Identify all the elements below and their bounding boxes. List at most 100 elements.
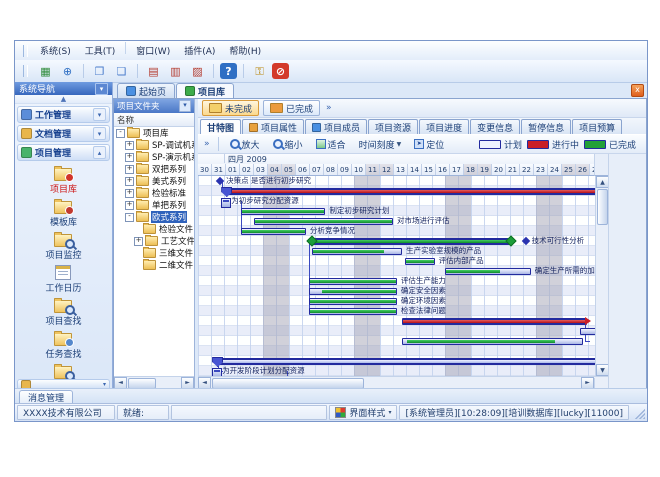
task-bar[interactable] [580, 328, 595, 335]
tree-item-美式系列[interactable]: +美式系列 [114, 175, 194, 187]
lock-icon[interactable]: ⚿ [250, 62, 269, 80]
gantt-tab-项目资源[interactable]: 项目资源 [368, 119, 418, 134]
gantt-horizontal-scrollbar[interactable]: ◄ ► [198, 376, 608, 388]
scroll-right-icon[interactable]: ► [181, 377, 194, 389]
tree-item-二维文件[interactable]: 二维文件 [114, 259, 194, 271]
chevron-down-icon[interactable]: ▾ [93, 127, 106, 140]
nav-item-任务查找[interactable]: 任务查找 [45, 330, 81, 360]
tree-item-单把系列[interactable]: +单把系列 [114, 199, 194, 211]
gantt-tab-变更信息[interactable]: 变更信息 [470, 119, 520, 134]
summary-bar[interactable] [216, 358, 595, 365]
menu-item-3[interactable]: 窗口(W) [129, 42, 177, 59]
toolbar-grip[interactable] [23, 65, 28, 77]
task-bar[interactable] [309, 308, 397, 315]
nav-item-项目库[interactable]: 项目库 [50, 165, 77, 195]
tree-item-双把系列[interactable]: +双把系列 [114, 163, 194, 175]
nav-group-2[interactable]: 文档管理▾ [17, 125, 110, 142]
tree-item-SP-调试机系[interactable]: +SP-调试机系 [114, 139, 194, 151]
report-view-icon[interactable]: ▥ [166, 62, 185, 80]
gantt-tab-项目进度[interactable]: 项目进度 [419, 119, 469, 134]
menu-item-2[interactable]: 工具(T) [78, 42, 123, 59]
report-print-icon[interactable]: ▨ [188, 62, 207, 80]
nav-pin-icon[interactable]: ▾ [95, 83, 108, 95]
task-bar[interactable] [445, 268, 531, 275]
toolbar-grip[interactable] [23, 45, 28, 57]
menu-item-4[interactable]: 插件(A) [177, 42, 222, 59]
tree-item-SP-演示机系[interactable]: +SP-演示机系 [114, 151, 194, 163]
globe-icon[interactable]: ⊕ [58, 62, 77, 80]
collapse-icon[interactable]: - [116, 129, 125, 138]
expand-icon[interactable]: + [125, 153, 134, 162]
tree-item-项目库[interactable]: -项目库 [114, 127, 194, 139]
chevron-up-icon[interactable]: ▴ [93, 146, 106, 159]
tool-button-适合[interactable]: 适合 [311, 136, 351, 152]
menu-item-5[interactable]: 帮助(H) [222, 42, 268, 59]
tab-项目库[interactable]: 项目库 [176, 83, 234, 98]
task-bar[interactable] [309, 278, 397, 285]
pin-icon[interactable]: ▾ [179, 100, 191, 112]
gantt-tab-甘特图[interactable]: 甘特图 [200, 119, 241, 134]
gantt-tab-项目属性[interactable]: 项目属性 [242, 119, 304, 134]
filter-button-已完成[interactable]: 已完成 [263, 100, 320, 116]
tree-item-检验标准[interactable]: +检验标准 [114, 187, 194, 199]
scroll-thumb[interactable] [212, 378, 364, 389]
expand-icon[interactable]: + [125, 201, 134, 210]
nav-scroll-up[interactable]: ▲ [15, 95, 112, 104]
report-icon[interactable]: ▤ [144, 62, 163, 80]
window-icon[interactable]: ❐ [90, 62, 109, 80]
nav-item-项目查找[interactable]: 项目查找 [45, 297, 81, 327]
scroll-thumb[interactable] [597, 189, 608, 225]
expand-icon[interactable]: + [125, 189, 134, 198]
task-bar[interactable] [405, 258, 435, 265]
resource-task-icon[interactable] [212, 368, 222, 377]
tool-button-放大[interactable]: 放大 [225, 136, 265, 152]
toolbar-overflow-icon[interactable]: » [202, 139, 212, 149]
resize-grip[interactable] [633, 407, 645, 419]
scroll-right-icon[interactable]: ► [581, 377, 594, 389]
tree-horizontal-scrollbar[interactable]: ◄ ► [114, 376, 194, 388]
task-bar[interactable] [312, 248, 402, 255]
tree-item-检验文件[interactable]: 检验文件 [114, 223, 194, 235]
chevron-down-icon[interactable]: ▾ [93, 108, 106, 121]
tool-button-时间刻度[interactable]: 时间刻度▼ [354, 136, 407, 152]
nav-item-模板库[interactable]: 模板库 [50, 198, 77, 228]
nav-item-项目监控[interactable]: 项目监控 [45, 231, 81, 261]
message-management-tab[interactable]: 消息管理 [19, 390, 73, 404]
filter-button-未完成[interactable]: 未完成 [202, 100, 259, 116]
scroll-left-icon[interactable]: ◄ [114, 377, 127, 389]
nav-item-工作日历[interactable]: 工作日历 [45, 264, 81, 294]
task-bar[interactable] [309, 298, 397, 305]
tree-column-header[interactable]: 名称 [114, 113, 194, 127]
cascade-window-icon[interactable]: ❏ [112, 62, 131, 80]
menu-item-1[interactable]: 系统(S) [33, 42, 78, 59]
nav-group-3[interactable]: 项目管理▴ [17, 144, 110, 161]
task-bar[interactable] [402, 338, 583, 345]
tree-item-工艺文件[interactable]: +工艺文件 [114, 235, 194, 247]
scroll-thumb[interactable] [128, 378, 156, 389]
scroll-left-icon[interactable]: ◄ [198, 377, 211, 389]
expand-icon[interactable]: + [125, 177, 134, 186]
help-icon[interactable]: ? [220, 63, 237, 79]
gantt-tab-暂停信息[interactable]: 暂停信息 [521, 119, 571, 134]
collapse-icon[interactable]: - [125, 213, 134, 222]
tab-起始页[interactable]: 起始页 [117, 83, 175, 98]
expand-icon[interactable]: + [125, 141, 134, 150]
nav-group-1[interactable]: 工作管理▾ [17, 106, 110, 123]
tree-item-欧式系列[interactable]: -欧式系列 [114, 211, 194, 223]
interface-style-button[interactable]: 界面样式 ▾ [329, 405, 397, 420]
summary-bar[interactable] [225, 188, 595, 195]
tool-button-缩小[interactable]: 缩小 [268, 136, 308, 152]
tree-item-三维文件[interactable]: 三维文件 [114, 247, 194, 259]
resource-task-icon[interactable] [221, 198, 231, 208]
close-icon[interactable]: x [631, 84, 644, 97]
task-bar[interactable] [309, 288, 397, 295]
gantt-vertical-scrollbar[interactable]: ▲ ▼ [595, 176, 609, 376]
tool-button-定位[interactable]: ➤定位 [409, 136, 449, 152]
expand-icon[interactable]: + [134, 237, 143, 246]
filter-overflow-icon[interactable]: » [324, 103, 334, 113]
summary-bar[interactable] [311, 238, 510, 245]
summary-bar[interactable] [402, 318, 587, 325]
task-bar[interactable] [241, 208, 326, 215]
exit-icon[interactable]: ⊘ [272, 63, 289, 79]
workspace-icon[interactable]: ▦ [36, 62, 55, 80]
